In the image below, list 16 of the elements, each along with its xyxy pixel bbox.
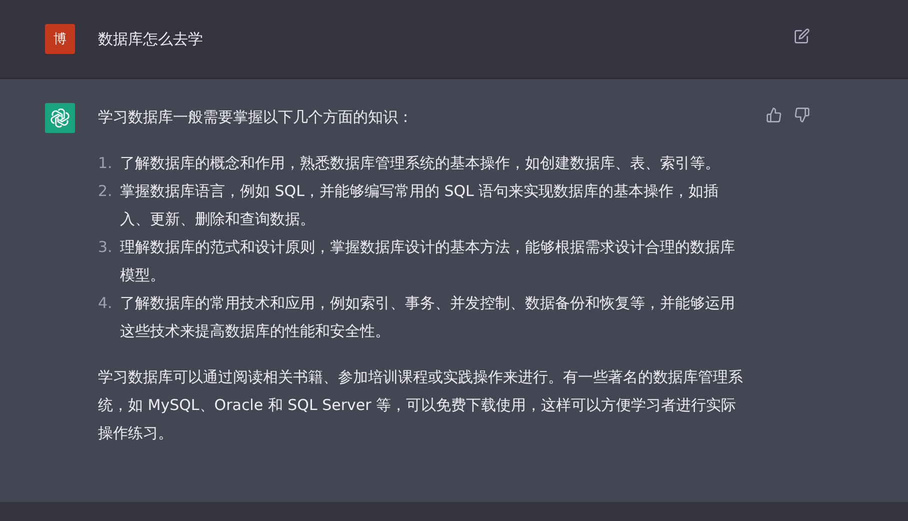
edit-icon[interactable] — [794, 28, 810, 44]
thumbs-up-icon[interactable] — [766, 107, 782, 123]
list-number: 2. — [98, 181, 114, 202]
list-item-text: 了解数据库的概念和作用，熟悉数据库管理系统的基本操作，如创建数据库、表、索引等。 — [120, 153, 721, 174]
list-item-text: 了解数据库的常用技术和应用，例如索引、事务、并发控制、数据备份和恢复等，并能够运用这些技术来提高数据库的性能和安全性。 — [120, 293, 736, 342]
thumbs-down-icon[interactable] — [794, 107, 810, 123]
list-number: 3. — [98, 237, 114, 258]
list-number: 4. — [98, 293, 114, 314]
list-item-text: 理解数据库的范式和设计原则，掌握数据库设计的基本方法，能够根据需求设计合理的数据库模型。 — [120, 237, 736, 286]
list-item-text: 掌握数据库语言，例如 SQL，并能够编写常用的 SQL 语句来实现数据库的基本操作，如插入、更新、删除和查询数据。 — [120, 181, 720, 230]
knot-logo-icon — [50, 108, 70, 128]
intro-text: 学习数据库一般需要掌握以下几个方面的知识： — [98, 107, 414, 128]
list-number: 1. — [98, 153, 114, 174]
conclusion-text: 学习数据库可以通过阅读相关书籍、参加培训课程或实践操作来进行。有一些著名的数据库管理系统，如 MySQL、Oracle 和 SQL Server 等，可以免费下载使用，这样可以方便学习者进行实际操作练习。 — [98, 367, 744, 444]
user-avatar: 博 — [45, 24, 75, 54]
user-message: 数据库怎么去学 — [98, 29, 204, 50]
